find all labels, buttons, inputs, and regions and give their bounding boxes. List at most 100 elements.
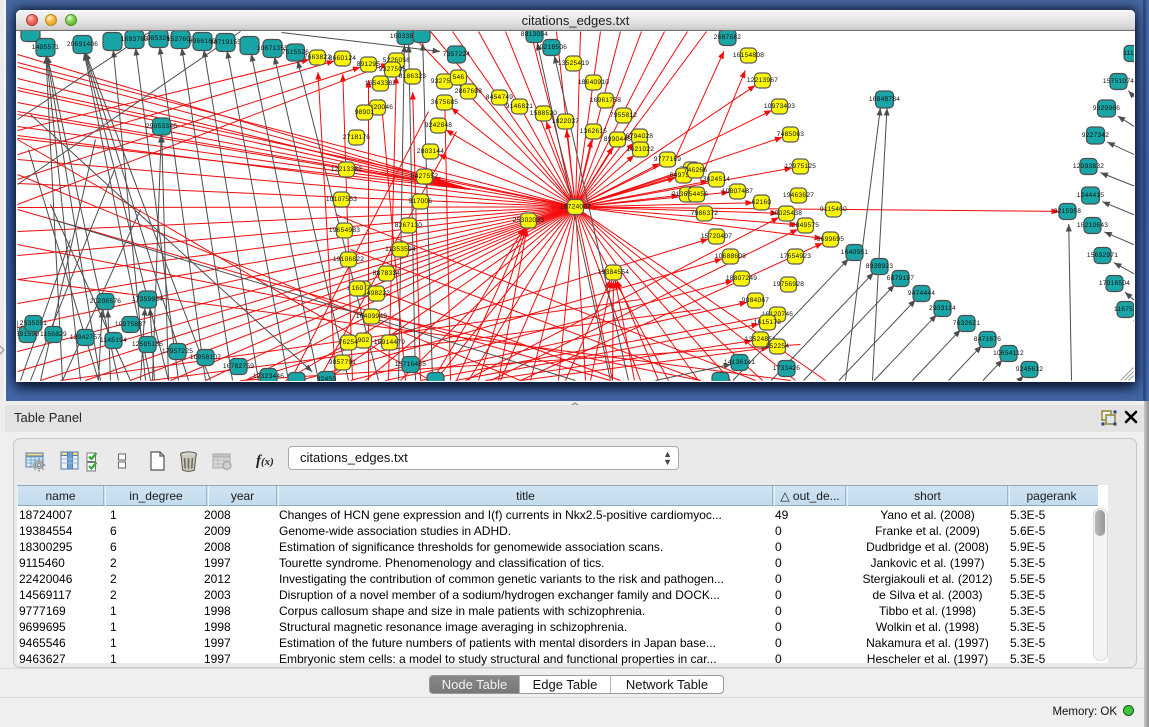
svg-text:7632621: 7632621 bbox=[953, 320, 981, 327]
svg-text:6879197: 6879197 bbox=[887, 275, 915, 282]
svg-text:15751074: 15751074 bbox=[1103, 78, 1134, 85]
svg-text:16848784: 16848784 bbox=[869, 96, 900, 103]
svg-text:9474444: 9474444 bbox=[908, 290, 936, 297]
svg-text:25302033: 25302033 bbox=[513, 217, 544, 224]
svg-text:7663822: 7663822 bbox=[304, 54, 332, 61]
svg-text:2933114: 2933114 bbox=[929, 305, 956, 312]
svg-text:7955812: 7955812 bbox=[610, 112, 638, 119]
svg-text:16210643: 16210643 bbox=[1077, 222, 1108, 229]
svg-text:10719155: 10719155 bbox=[210, 39, 241, 46]
svg-text:8267130: 8267130 bbox=[395, 222, 423, 229]
svg-text:10958107: 10958107 bbox=[190, 354, 221, 361]
svg-text:16154808: 16154808 bbox=[733, 52, 764, 59]
svg-text:16409949: 16409949 bbox=[356, 313, 387, 320]
svg-text:9699695: 9699695 bbox=[817, 236, 845, 243]
svg-text:16961758: 16961758 bbox=[590, 97, 621, 104]
svg-text:1822037: 1822037 bbox=[552, 118, 580, 125]
svg-text:1615172: 1615172 bbox=[754, 319, 782, 326]
svg-text:20206576: 20206576 bbox=[90, 298, 121, 305]
svg-text:2718176: 2718176 bbox=[343, 134, 371, 141]
svg-text:2849575: 2849575 bbox=[792, 222, 820, 229]
svg-text:19756928: 19756928 bbox=[773, 281, 804, 288]
svg-text:917006: 917006 bbox=[409, 198, 433, 205]
svg-text:8660124: 8660124 bbox=[329, 55, 357, 62]
svg-text:19106822: 19106822 bbox=[333, 256, 364, 263]
svg-text:98901: 98901 bbox=[355, 109, 375, 116]
svg-text:17016504: 17016504 bbox=[1099, 280, 1130, 287]
svg-text:18724007: 18724007 bbox=[560, 204, 591, 211]
svg-text:7986372: 7986372 bbox=[691, 210, 719, 217]
svg-text:62160: 62160 bbox=[752, 199, 772, 206]
svg-text:891295: 891295 bbox=[357, 61, 381, 68]
svg-text:18807249: 18807249 bbox=[726, 275, 757, 282]
svg-text:1244415: 1244415 bbox=[1077, 192, 1105, 199]
svg-text:10807487: 10807487 bbox=[722, 188, 753, 195]
svg-text:8427552: 8427552 bbox=[411, 173, 439, 180]
svg-text:6794028: 6794028 bbox=[626, 133, 654, 140]
svg-text:12323446: 12323446 bbox=[253, 373, 284, 380]
svg-text:12093832: 12093832 bbox=[1073, 163, 1104, 170]
svg-text:1156829: 1156829 bbox=[40, 331, 67, 338]
svg-text:7357224: 7357224 bbox=[443, 51, 471, 58]
svg-text:15716485: 15716485 bbox=[395, 361, 426, 368]
svg-text:14136141: 14136141 bbox=[724, 359, 755, 366]
svg-text:12975125: 12975125 bbox=[785, 163, 816, 170]
svg-text:8186323: 8186323 bbox=[399, 73, 427, 80]
svg-text:19218506: 19218506 bbox=[536, 44, 567, 51]
svg-text:10654112: 10654112 bbox=[993, 350, 1024, 357]
svg-text:16782759: 16782759 bbox=[223, 363, 254, 370]
svg-text:19654983: 19654983 bbox=[329, 227, 360, 234]
svg-text:754456: 754456 bbox=[685, 191, 709, 198]
svg-text:92450: 92450 bbox=[317, 376, 337, 381]
svg-text:1405571: 1405571 bbox=[32, 44, 60, 51]
svg-text:10688609: 10688609 bbox=[715, 253, 746, 260]
svg-text:10025438: 10025438 bbox=[771, 210, 802, 217]
svg-text:546: 546 bbox=[453, 74, 465, 81]
svg-text:17957225: 17957225 bbox=[162, 348, 193, 355]
svg-text:1588520: 1588520 bbox=[530, 110, 558, 117]
svg-text:11124: 11124 bbox=[1123, 50, 1134, 57]
svg-text:12213967: 12213967 bbox=[747, 77, 778, 84]
svg-text:1733426: 1733426 bbox=[773, 365, 801, 372]
svg-text:5498222: 5498222 bbox=[363, 290, 391, 297]
svg-text:2803144: 2803144 bbox=[417, 148, 445, 155]
svg-text:10107553: 10107553 bbox=[326, 196, 357, 203]
svg-text:1145194: 1145194 bbox=[100, 337, 127, 344]
svg-text:16914479: 16914479 bbox=[374, 339, 405, 346]
svg-text:20691406: 20691406 bbox=[67, 41, 98, 48]
svg-text:902: 902 bbox=[358, 337, 370, 344]
svg-text:1640951: 1640951 bbox=[841, 249, 869, 256]
svg-text:1621022: 1621022 bbox=[627, 146, 655, 153]
svg-text:116753: 116753 bbox=[1114, 306, 1134, 313]
svg-text:2535051: 2535051 bbox=[20, 320, 48, 327]
svg-text:18640910: 18640910 bbox=[578, 79, 609, 86]
svg-text:3215958: 3215958 bbox=[1054, 208, 1082, 215]
svg-text:10973493: 10973493 bbox=[764, 103, 795, 110]
svg-text:9329966: 9329966 bbox=[1093, 105, 1121, 112]
svg-text:8471676: 8471676 bbox=[974, 336, 1002, 343]
svg-text:19463627: 19463627 bbox=[783, 192, 814, 199]
svg-text:2687682: 2687682 bbox=[714, 34, 742, 41]
svg-text:9084067: 9084067 bbox=[742, 297, 770, 304]
svg-text:12213382: 12213382 bbox=[331, 166, 362, 173]
svg-text:9857791: 9857791 bbox=[329, 359, 357, 366]
svg-text:29053346: 29053346 bbox=[146, 123, 177, 130]
svg-text:11353594: 11353594 bbox=[385, 246, 416, 253]
svg-text:252254: 252254 bbox=[766, 343, 790, 350]
svg-text:3675685: 3675685 bbox=[431, 99, 459, 106]
svg-text:13525419: 13525419 bbox=[558, 60, 589, 67]
svg-text:8813054: 8813054 bbox=[521, 31, 549, 38]
svg-text:12505135: 12505135 bbox=[132, 341, 163, 348]
svg-text:160: 160 bbox=[352, 285, 364, 292]
svg-text:17654923: 17654923 bbox=[780, 253, 811, 260]
svg-text:746266: 746266 bbox=[684, 167, 708, 174]
svg-text:8938923: 8938923 bbox=[866, 263, 894, 270]
svg-text:9245612: 9245612 bbox=[1016, 366, 1044, 373]
svg-text:9115460: 9115460 bbox=[820, 206, 847, 213]
svg-text:12942757: 12942757 bbox=[70, 334, 101, 341]
svg-text:391590: 391590 bbox=[17, 331, 39, 338]
svg-text:16543382: 16543382 bbox=[365, 80, 396, 87]
svg-text:15692971: 15692971 bbox=[1087, 252, 1118, 259]
svg-text:9777169: 9777169 bbox=[654, 156, 682, 163]
svg-text:10975887: 10975887 bbox=[115, 321, 146, 328]
